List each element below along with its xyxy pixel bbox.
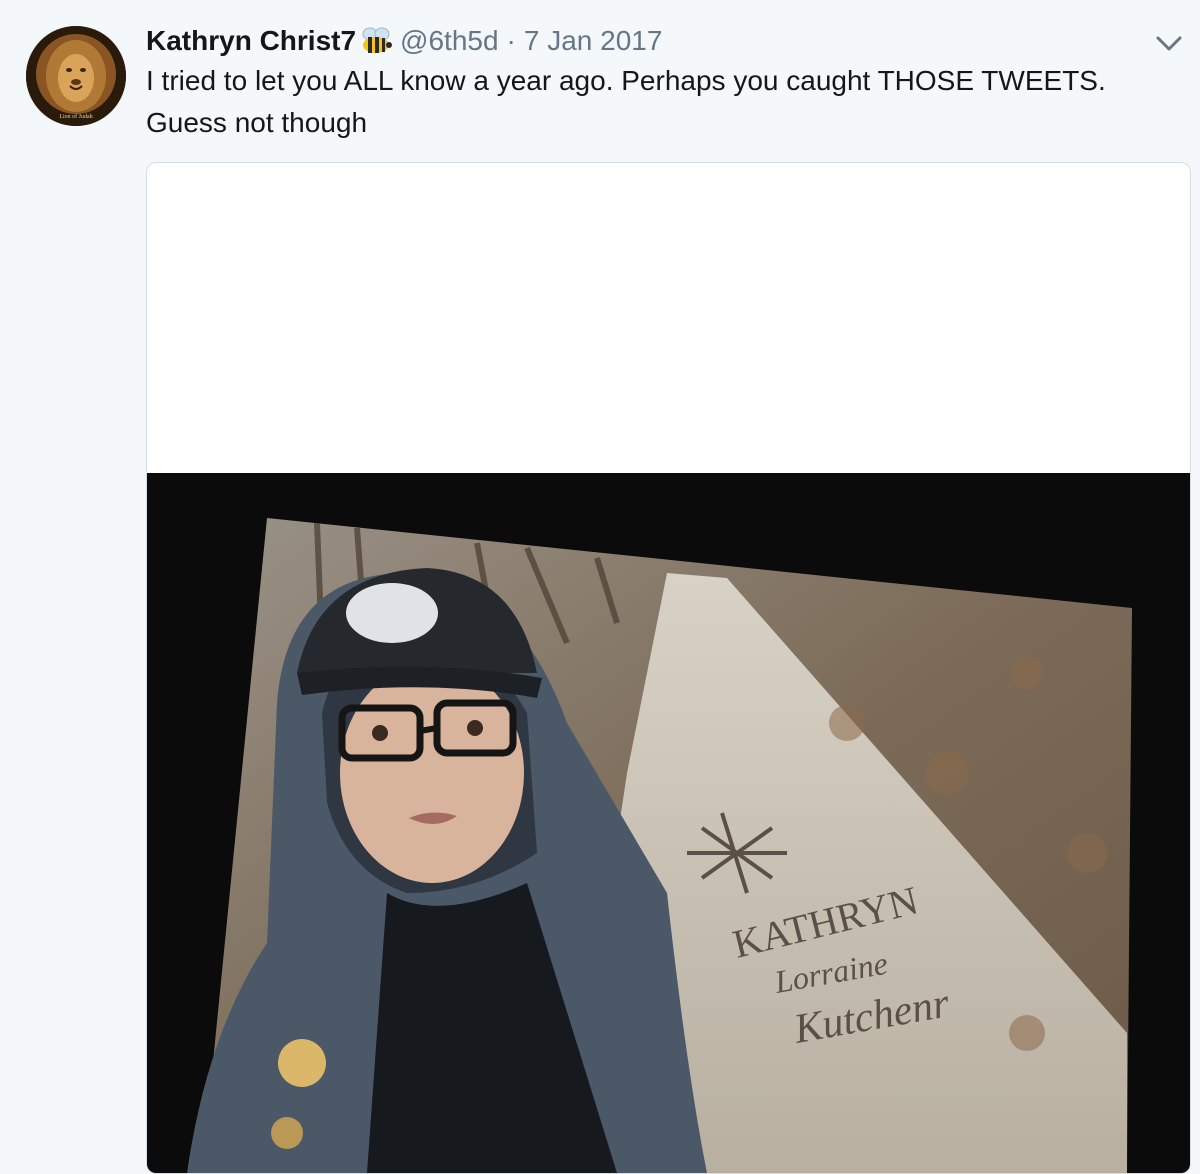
display-name[interactable]: Kathryn Christ7 [146,25,356,57]
header-separator: · [506,25,516,56]
tweet-media[interactable]: KATHRYN Lorraine Kutchenr [146,162,1191,1174]
avatar-caption: Lion of Judah [59,113,92,120]
lion-avatar-icon: Lion of Judah [26,26,126,126]
photo-icon: KATHRYN Lorraine Kutchenr [147,473,1190,1173]
avatar[interactable]: Lion of Judah [26,26,126,126]
tweet[interactable]: Lion of Judah Kathryn Christ7 @6th5d · 7… [0,0,1200,1174]
bee-emoji-icon [358,23,394,59]
tweet-header: Kathryn Christ7 @6th5d · 7 Jan 2017 [146,22,662,60]
tweet-text: I tried to let you ALL know a year ago. … [146,65,1106,138]
user-handle[interactable]: @6th5d [400,25,499,57]
chevron-down-icon[interactable] [1152,28,1186,58]
tweet-date[interactable]: 7 Jan 2017 [524,25,663,57]
